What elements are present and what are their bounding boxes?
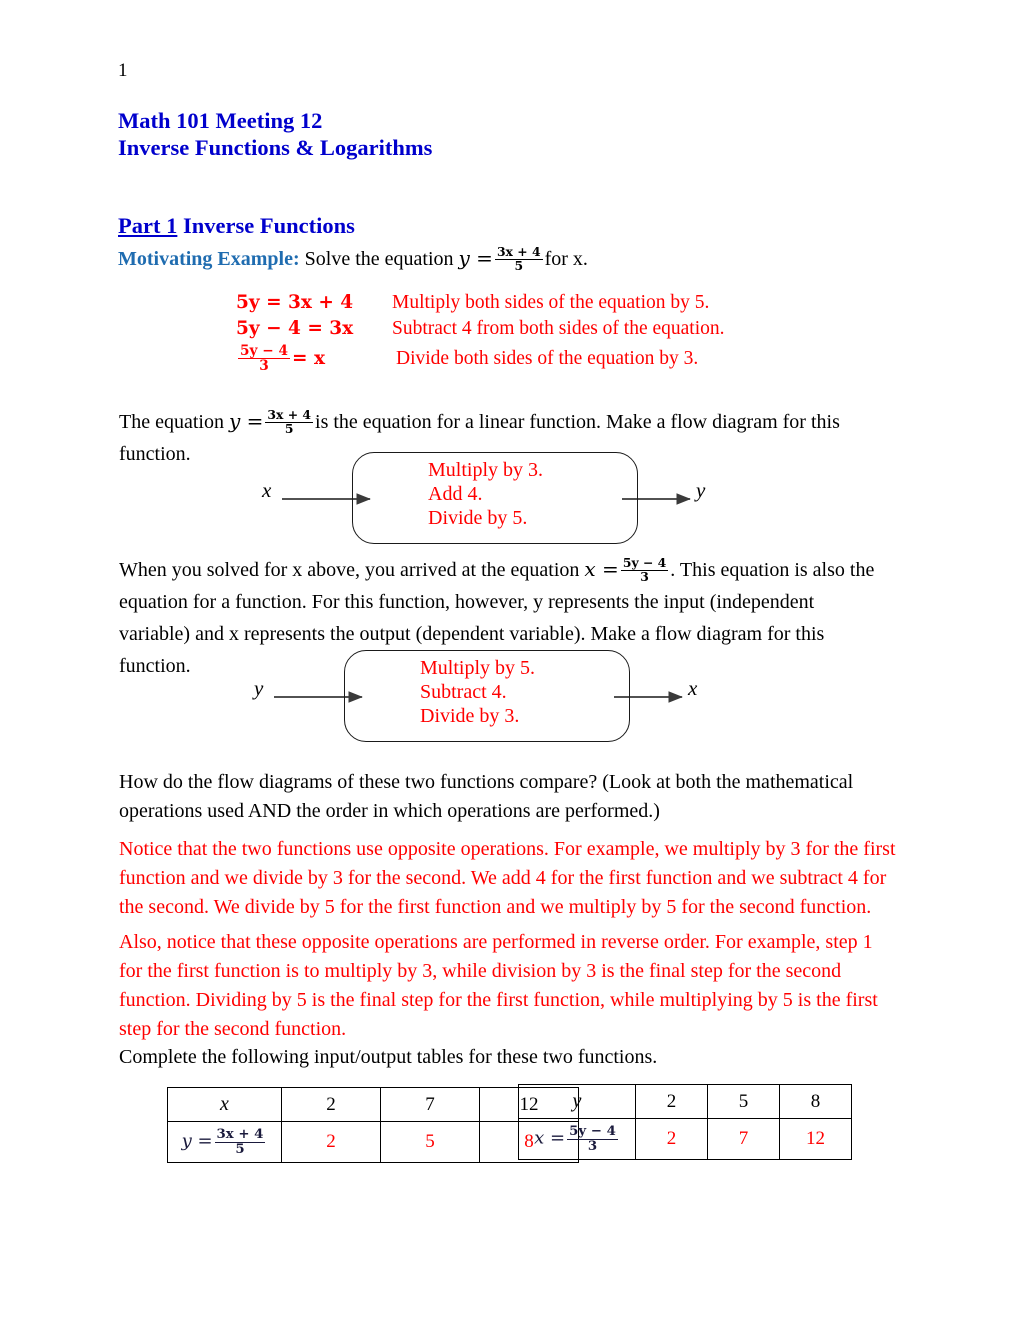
table-inverse-formula-lhs: x = xyxy=(534,1127,566,1149)
document-page: 1 Math 101 Meeting 12 Inverse Functions … xyxy=(0,0,1020,1320)
motivating-example-label: Motivating Example: xyxy=(118,248,300,270)
table-inverse-header-value-2: 5 xyxy=(707,1084,780,1119)
worked-example-equation-rhs-3: = x xyxy=(292,347,325,369)
input-output-table-inverse: y 2 5 8 x = 5y − 43 2 7 12 xyxy=(518,1084,852,1160)
motivating-fraction-denominator: 5 xyxy=(514,258,524,274)
table-row: y = 3x + 45 2 5 8 xyxy=(167,1121,579,1163)
table-inverse-header-value-1: 2 xyxy=(635,1084,708,1119)
part-heading: Part 1 Inverse Functions xyxy=(118,212,355,239)
part-heading-text: Inverse Functions xyxy=(182,213,355,238)
table-forward-header-value-1: 2 xyxy=(281,1087,381,1122)
part-label: Part 1 xyxy=(118,213,178,238)
worked-example-block: 5y = 3x + 4 Multiply both sides of the e… xyxy=(236,292,956,378)
table-forward-header-label: x xyxy=(167,1087,282,1122)
paragraph-linear-fraction-denominator: 5 xyxy=(284,421,294,437)
paragraph-solved-fraction-denominator: 3 xyxy=(640,569,649,585)
paragraph-notice-answer: Notice that the two functions use opposi… xyxy=(119,838,896,918)
document-title-line-2: Inverse Functions & Logarithms xyxy=(118,135,433,160)
document-title: Math 101 Meeting 12 Inverse Functions & … xyxy=(118,107,432,161)
worked-example-fraction-3: 5y − 43 xyxy=(238,344,290,373)
paragraph-compare-question: How do the flow diagrams of these two fu… xyxy=(119,771,854,822)
paragraph-linear-equation-lhs: y = xyxy=(228,409,264,433)
flow-diagram-forward: x Multiply by 3. Add 4. Divide by 5. y xyxy=(250,444,890,554)
table-inverse-header-label: y xyxy=(518,1084,636,1119)
table-forward-formula-denominator: 5 xyxy=(235,1140,245,1157)
table-forward-formula-fraction: 3x + 45 xyxy=(214,1127,266,1157)
worked-example-equation-1: 5y = 3x + 4 xyxy=(236,292,354,313)
table-inverse-answer-2: 7 xyxy=(707,1118,780,1160)
motivating-fraction: 3x + 45 xyxy=(494,246,543,274)
worked-example-equation-3: 5y − 4 3 = x xyxy=(236,344,325,373)
table-row: x 2 7 12 xyxy=(167,1087,579,1122)
flow-forward-step-1: Multiply by 3. xyxy=(428,459,544,481)
flow-diagram-forward-steps: Multiply by 3. Add 4. Divide by 5. xyxy=(428,458,543,530)
worked-example-step-2: 5y − 4 = 3x Subtract 4 from both sides o… xyxy=(236,318,956,344)
table-inverse-formula-fraction: 5y − 43 xyxy=(567,1124,618,1154)
motivating-example-text-before: Solve the equation xyxy=(304,248,454,270)
motivating-equation-lhs: y = xyxy=(458,246,493,270)
paragraph-linear-fraction: 3x + 45 xyxy=(265,409,314,437)
page-number: 1 xyxy=(118,60,128,81)
flow-diagram-inverse-steps: Multiply by 5. Subtract 4. Divide by 3. xyxy=(420,656,535,728)
motivating-example-line: Motivating Example: Solve the equation y… xyxy=(118,245,588,273)
table-forward-answer-2: 5 xyxy=(380,1121,480,1163)
paragraph-solved-fraction: 5y − 43 xyxy=(620,557,669,585)
document-title-line-1: Math 101 Meeting 12 xyxy=(118,108,323,133)
flow-forward-step-3: Divide by 5. xyxy=(428,507,528,529)
paragraph-also-answer: Also, notice that these opposite operati… xyxy=(119,931,878,1040)
paragraph-complete-instruction: Complete the following input/output tabl… xyxy=(119,1046,658,1068)
flow-diagram-inverse-input-label: y xyxy=(254,676,264,700)
motivating-example-text-after: for x. xyxy=(544,248,588,270)
flow-forward-step-2: Add 4. xyxy=(428,483,483,505)
table-inverse-header-value-3: 8 xyxy=(779,1084,852,1119)
table-forward-answer-1: 2 xyxy=(281,1121,381,1163)
flow-diagram-inverse: y Multiply by 5. Subtract 4. Divide by 3… xyxy=(242,642,882,752)
worked-example-description-2: Subtract 4 from both sides of the equati… xyxy=(392,318,725,339)
table-forward-formula: y = 3x + 45 xyxy=(167,1121,282,1163)
table-row: y 2 5 8 xyxy=(518,1084,852,1119)
worked-example-step-1: 5y = 3x + 4 Multiply both sides of the e… xyxy=(236,292,956,318)
flow-inverse-step-2: Subtract 4. xyxy=(420,681,507,703)
worked-example-description-3: Divide both sides of the equation by 3. xyxy=(396,348,699,369)
flow-diagram-forward-input-label: x xyxy=(262,478,272,502)
table-inverse-answer-1: 2 xyxy=(635,1118,708,1160)
table-forward-header-value-2: 7 xyxy=(380,1087,480,1122)
worked-example-description-1: Multiply both sides of the equation by 5… xyxy=(392,292,710,313)
flow-inverse-step-3: Divide by 3. xyxy=(420,705,520,727)
worked-example-fraction-denominator-3: 3 xyxy=(259,358,269,375)
worked-example-equation-2: 5y − 4 = 3x xyxy=(236,318,354,339)
table-forward-formula-lhs: y = xyxy=(181,1130,213,1152)
paragraph-solved-equation-lhs: x = xyxy=(584,557,619,581)
worked-example-fraction-numerator-3: 5y − 4 xyxy=(238,343,290,360)
worked-example-step-3: 5y − 4 3 = x Divide both sides of the equa… xyxy=(236,344,956,378)
flow-diagram-inverse-output-label: x xyxy=(688,676,698,700)
paragraph-solved-before: When you solved for x above, you arrived… xyxy=(119,559,580,581)
table-inverse-formula-denominator: 3 xyxy=(587,1137,598,1154)
table-inverse-answer-3: 12 xyxy=(779,1118,852,1160)
flow-diagram-forward-output-label: y xyxy=(696,478,706,502)
table-row: x = 5y − 43 2 7 12 xyxy=(518,1118,852,1160)
table-inverse-formula: x = 5y − 43 xyxy=(518,1118,636,1160)
flow-inverse-step-1: Multiply by 5. xyxy=(420,657,536,679)
paragraph-linear-before: The equation xyxy=(119,411,224,433)
